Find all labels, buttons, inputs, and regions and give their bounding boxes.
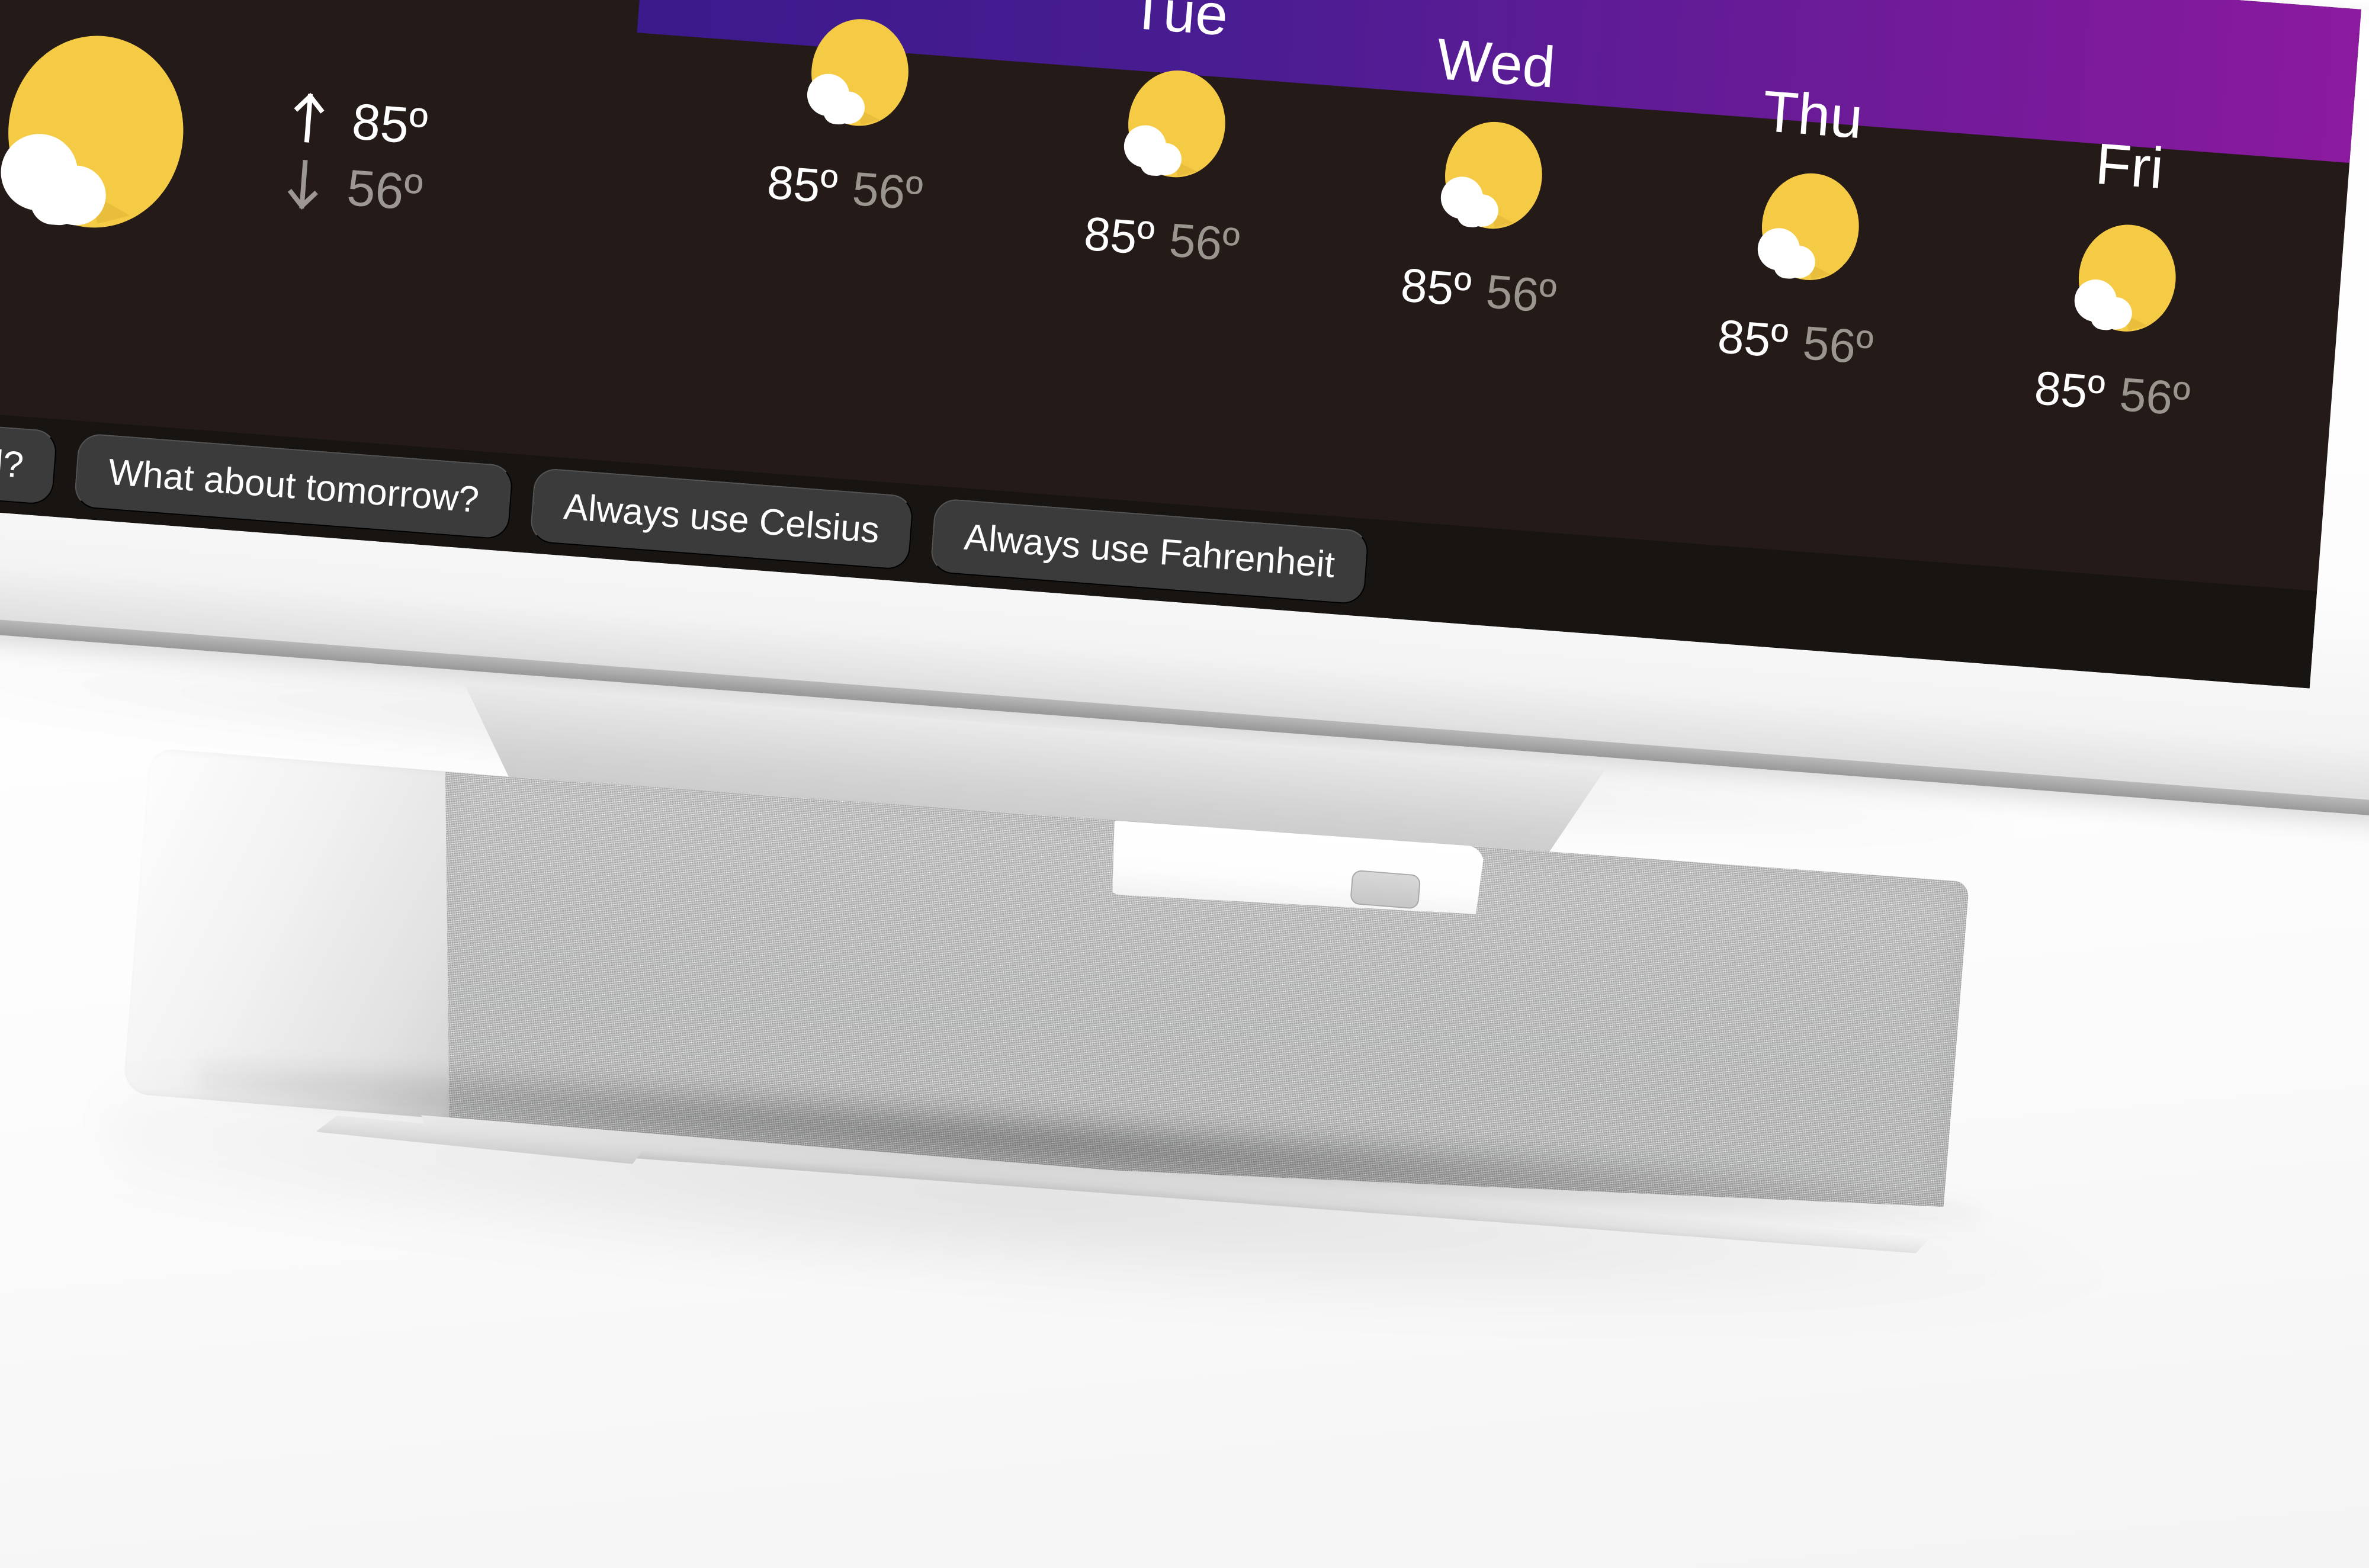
- partly-cloudy-icon: [787, 10, 920, 146]
- forecast-day-name: Fri: [2093, 130, 2166, 201]
- suggestion-chip-weekend[interactable]: What about this weekend?: [0, 393, 59, 506]
- forecast-day[interactable]: Thu 85º 56º: [1634, 73, 1974, 378]
- forecast-day[interactable]: Wed 85º 56º: [1317, 22, 1657, 327]
- forecast-low: 56º: [1801, 316, 1875, 374]
- forecast-day-name: Tue: [1128, 0, 1231, 48]
- partly-cloudy-icon: [1103, 62, 1237, 198]
- forecast-day[interactable]: Tue 85º 56º: [1000, 0, 1340, 275]
- forecast-day-temps: 85º 56º: [1000, 204, 1323, 275]
- forecast-high: 85º: [2033, 361, 2107, 419]
- suggestion-chip-use-celsius[interactable]: Always use Celsius: [529, 467, 914, 571]
- low-temp-value: 56º: [345, 159, 425, 221]
- five-day-forecast: Mon 85º56º: [673, 0, 2299, 454]
- speaker-action-button[interactable]: [1350, 870, 1421, 910]
- forecast-day[interactable]: Fri 85º 56º: [1951, 125, 2291, 430]
- partly-cloudy-icon: [2054, 216, 2188, 352]
- forecast-low: 56º: [850, 162, 925, 220]
- forecast-high: 85º: [1082, 207, 1157, 265]
- forecast-day-name: Mon: [701, 0, 1024, 1]
- forecast-day[interactable]: Mon 85º56º: [683, 0, 1023, 224]
- forecast-day-name: Thu: [1760, 78, 1866, 151]
- partly-cloudy-icon: [1737, 165, 1871, 301]
- forecast-day-temps: 85º 56º: [683, 152, 1006, 224]
- forecast-low: 56º: [1167, 213, 1241, 272]
- partly-cloudy-icon: [0, 25, 197, 259]
- partly-cloudy-icon: [1420, 113, 1554, 249]
- product-photo-scene: …e City, KS 1% · Hum 55% · Weather.com 0…: [0, 0, 2369, 1568]
- forecast-day-temps: 85º 56º: [1634, 307, 1957, 378]
- forecast-day-temps: 85º 56º: [1951, 358, 2274, 429]
- high-low-group: 85º 56º: [284, 84, 566, 237]
- forecast-high: 85º: [1399, 258, 1473, 317]
- forecast-day-name: Wed: [1434, 25, 1558, 100]
- high-temp-value: 85º: [350, 92, 430, 156]
- forecast-high: 85º: [1716, 310, 1790, 368]
- arrow-up-icon: [290, 92, 327, 145]
- forecast-low: 56º: [1484, 265, 1558, 323]
- arrow-down-icon: [285, 158, 322, 211]
- forecast-low: 56º: [2118, 367, 2192, 426]
- forecast-day-temps: 85º 56º: [1317, 255, 1640, 327]
- forecast-high: 85º: [765, 155, 840, 214]
